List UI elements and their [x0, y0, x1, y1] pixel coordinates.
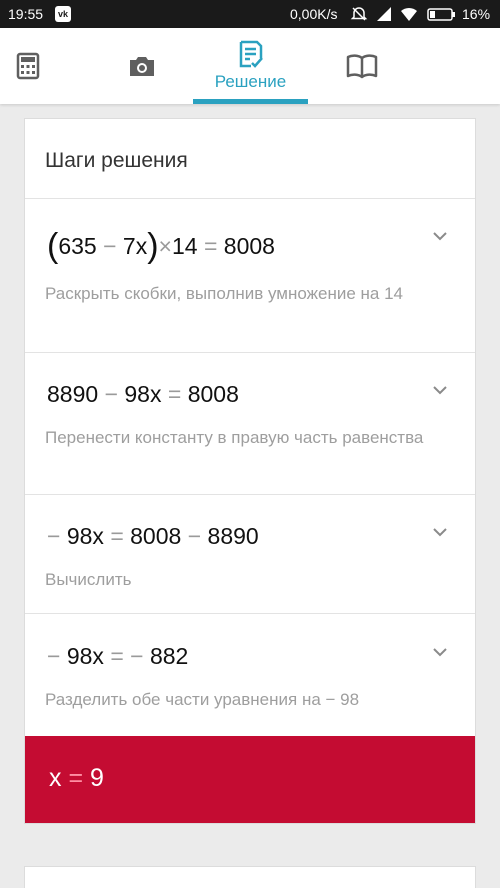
chevron-down-icon[interactable]	[431, 643, 449, 661]
next-card	[24, 866, 476, 888]
camera-icon	[130, 57, 154, 76]
divider	[25, 613, 475, 614]
status-time: 19:55	[8, 6, 44, 22]
divider	[25, 494, 475, 495]
signal-icon	[377, 7, 391, 21]
battery-percent: 16%	[462, 6, 491, 22]
step-equation: (635 − 7x)×14 = 8008	[47, 227, 275, 265]
top-navigation: Решение	[0, 28, 500, 104]
step-description: Разделить обе части уравнения на − 98	[45, 690, 360, 709]
chevron-down-icon[interactable]	[431, 381, 449, 399]
step-equation: − 98x = 8008 − 8890	[47, 523, 259, 549]
status-bar: 19:55 vk 0,00K/s 16%	[0, 0, 500, 28]
step-description: Раскрыть скобки, выполнив умножение на 1…	[45, 284, 404, 303]
wifi-icon	[401, 7, 417, 21]
chevron-down-icon[interactable]	[431, 227, 449, 245]
step-equation: 8890 − 98x = 8008	[47, 381, 239, 407]
tab-solution[interactable]: Решение	[193, 28, 308, 104]
divider	[25, 198, 475, 199]
active-tab-indicator	[193, 99, 308, 104]
network-speed: 0,00K/s	[290, 6, 338, 22]
chevron-down-icon[interactable]	[431, 523, 449, 541]
battery-icon	[427, 8, 455, 21]
solution-icon	[239, 40, 263, 68]
divider	[25, 352, 475, 353]
tab-camera[interactable]	[110, 28, 174, 104]
vk-notification-icon: vk	[55, 6, 71, 22]
tab-solution-label: Решение	[214, 72, 287, 91]
step-description: Вычислить	[45, 570, 132, 589]
answer-value: x = 9	[49, 764, 104, 792]
book-icon	[346, 54, 378, 79]
step-description: Перенести константу в правую часть равен…	[45, 428, 424, 447]
tab-book[interactable]	[330, 28, 394, 104]
card-title: Шаги решения	[45, 149, 188, 172]
calculator-icon	[16, 52, 40, 80]
answer-banner: x = 9	[25, 736, 475, 823]
tab-calculator[interactable]	[0, 28, 56, 104]
alarm-off-icon	[350, 7, 368, 21]
step-equation: − 98x = − 882	[47, 643, 189, 669]
solution-steps-card: Шаги решения (635 − 7x)×14 = 8008 Раскры…	[24, 118, 476, 824]
